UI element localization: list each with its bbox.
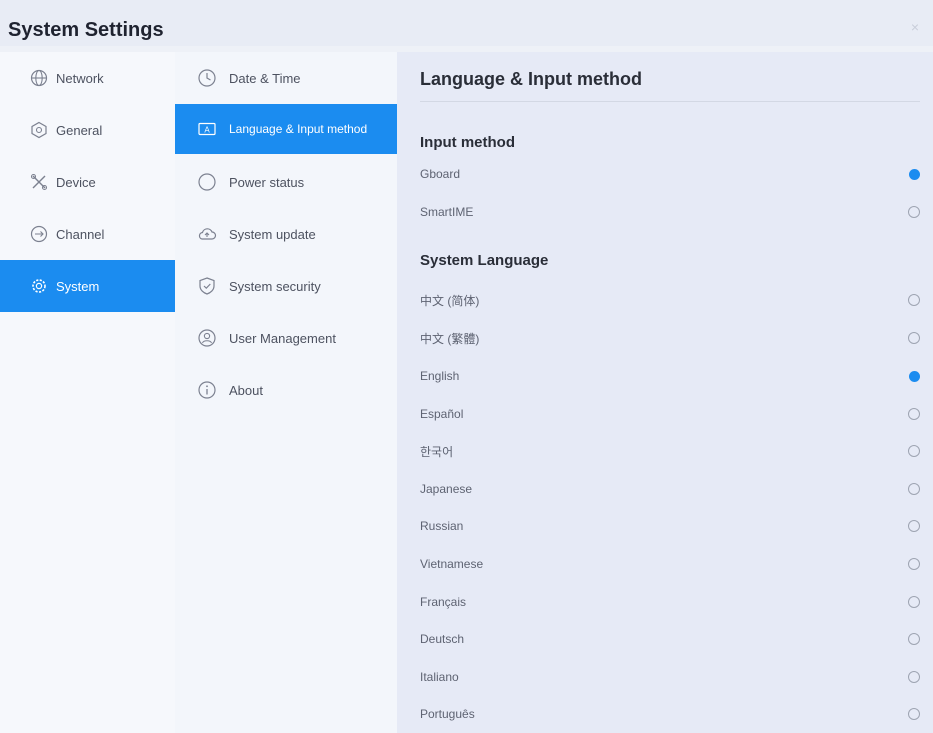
content-panel: Language & Input method Input method Gbo… <box>397 52 933 733</box>
submenu-system-security[interactable]: System security <box>175 260 397 312</box>
tools-icon <box>30 173 48 191</box>
submenu-user-management[interactable]: User Management <box>175 312 397 364</box>
submenu-label: System update <box>229 226 316 242</box>
option-label: Español <box>420 407 464 421</box>
submenu-about[interactable]: About <box>175 364 397 416</box>
divider <box>420 101 920 102</box>
category-label: Device <box>56 174 96 190</box>
info-icon <box>197 380 217 400</box>
submenu-label: User Management <box>229 330 336 346</box>
radio-unselected[interactable] <box>908 332 920 344</box>
option-label: 한국어 <box>420 444 454 459</box>
option-label: Français <box>420 595 467 609</box>
radio-unselected[interactable] <box>908 596 920 608</box>
radio-selected[interactable] <box>909 168 920 180</box>
language-option[interactable]: English <box>420 366 920 386</box>
category-sidebar: Network General Device Channel System <box>0 52 175 733</box>
system-submenu: Date & Time A Language & Input method Po… <box>175 52 397 733</box>
submenu-label: Power status <box>229 174 305 190</box>
submenu-label: Language & Input method <box>229 121 368 136</box>
submenu-label: About <box>229 382 263 398</box>
close-icon[interactable]: × <box>911 19 919 35</box>
option-label: 中文 (简体) <box>420 293 480 308</box>
option-label: 中文 (繁體) <box>420 331 480 346</box>
category-channel[interactable]: Channel <box>0 208 175 260</box>
input-method-option[interactable]: Gboard <box>420 164 920 184</box>
language-option[interactable]: 中文 (繁體) <box>420 328 920 348</box>
option-label: Deutsch <box>420 632 465 646</box>
language-option[interactable]: Français <box>420 592 920 612</box>
option-label: Italiano <box>420 670 459 684</box>
category-label: General <box>56 122 103 138</box>
category-label: Channel <box>56 226 105 242</box>
category-network[interactable]: Network <box>0 52 175 104</box>
language-option[interactable]: Vietnamese <box>420 554 920 574</box>
language-option[interactable]: Deutsch <box>420 629 920 649</box>
input-method-heading: Input method <box>420 134 515 151</box>
panel-title: Language & Input method <box>420 69 642 89</box>
radio-unselected[interactable] <box>908 445 920 457</box>
option-label: Gboard <box>420 167 461 181</box>
radio-unselected[interactable] <box>908 294 920 306</box>
submenu-label: Date & Time <box>229 70 301 86</box>
cloud-update-icon <box>197 224 217 244</box>
option-label: Português <box>420 707 475 721</box>
category-label: Network <box>56 70 104 86</box>
radio-unselected[interactable] <box>908 483 920 495</box>
language-option[interactable]: 中文 (简体) <box>420 290 920 310</box>
title-bar: System Settings × <box>0 0 933 46</box>
radio-unselected[interactable] <box>908 558 920 570</box>
system-language-heading: System Language <box>420 252 549 269</box>
clock-icon <box>197 68 217 88</box>
shield-icon <box>197 276 217 296</box>
category-system[interactable]: System <box>0 260 175 312</box>
radio-unselected[interactable] <box>908 408 920 420</box>
radio-unselected[interactable] <box>908 520 920 532</box>
submenu-power-status[interactable]: Power status <box>175 156 397 208</box>
language-option[interactable]: Italiano <box>420 667 920 687</box>
channel-icon <box>30 225 48 243</box>
radio-unselected[interactable] <box>908 671 920 683</box>
submenu-system-update[interactable]: System update <box>175 208 397 260</box>
option-label: Japanese <box>420 482 473 496</box>
radio-selected[interactable] <box>909 370 920 382</box>
user-icon <box>197 328 217 348</box>
submenu-language-input[interactable]: A Language & Input method <box>175 104 397 154</box>
category-general[interactable]: General <box>0 104 175 156</box>
option-label: English <box>420 369 460 383</box>
general-icon <box>30 121 48 139</box>
option-label: SmartIME <box>420 205 474 219</box>
language-option[interactable]: Português <box>420 704 920 724</box>
radio-unselected[interactable] <box>908 633 920 645</box>
category-label: System <box>56 278 100 294</box>
gear-icon <box>30 277 48 295</box>
language-option[interactable]: 한국어 <box>420 441 920 461</box>
submenu-label: System security <box>229 278 321 294</box>
category-device[interactable]: Device <box>0 156 175 208</box>
option-label: Vietnamese <box>420 557 484 571</box>
radio-unselected[interactable] <box>908 206 920 218</box>
language-option[interactable]: Español <box>420 404 920 424</box>
language-option[interactable]: Japanese <box>420 479 920 499</box>
keyboard-icon: A <box>197 119 217 139</box>
power-icon <box>197 172 217 192</box>
submenu-date-time[interactable]: Date & Time <box>175 52 397 104</box>
language-option[interactable]: Russian <box>420 516 920 536</box>
svg-text:A: A <box>204 126 210 135</box>
radio-unselected[interactable] <box>908 708 920 720</box>
globe-icon <box>30 69 48 87</box>
option-label: Russian <box>420 519 464 533</box>
input-method-option[interactable]: SmartIME <box>420 202 920 222</box>
window-title: System Settings <box>8 19 164 41</box>
